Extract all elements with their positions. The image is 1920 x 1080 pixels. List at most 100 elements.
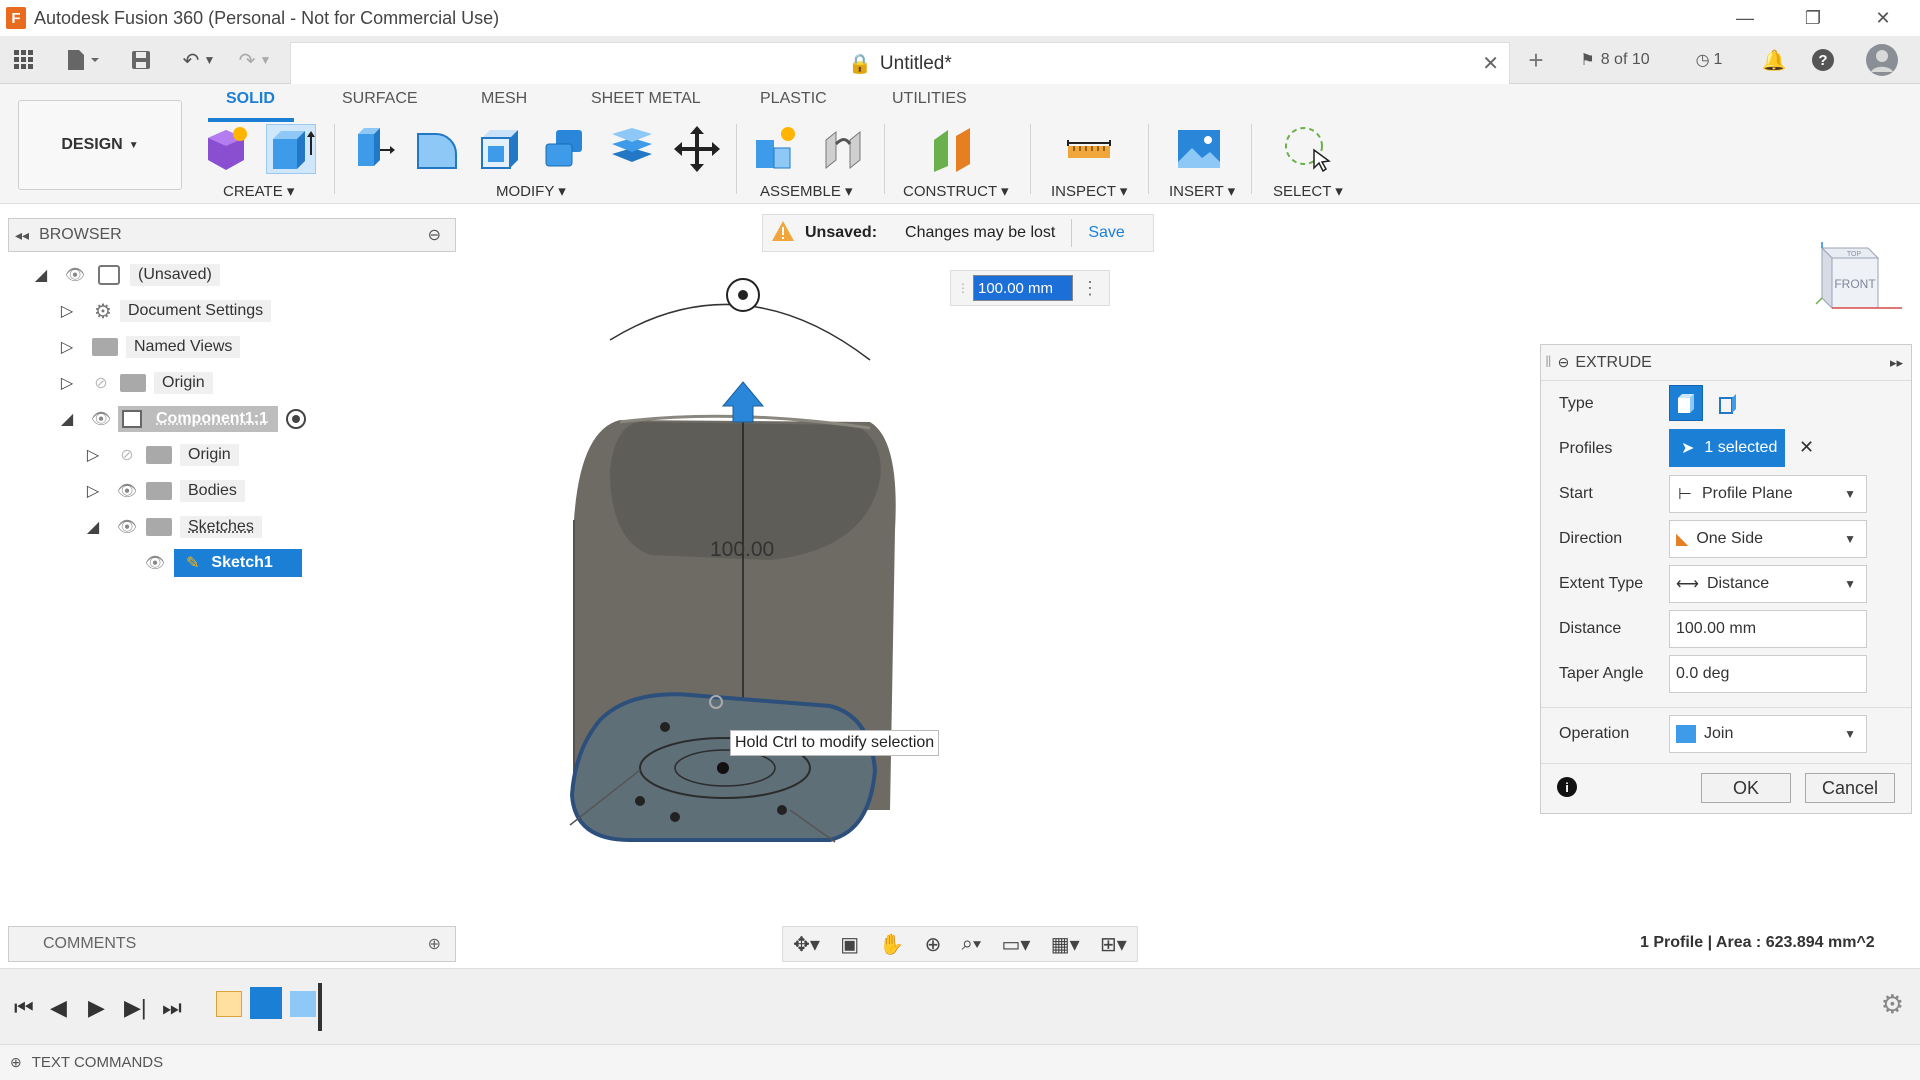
tab-surface[interactable]: SURFACE — [342, 90, 418, 108]
restore-button[interactable]: ❐ — [1778, 0, 1848, 36]
grid-settings-icon[interactable]: ▦▾ — [1051, 932, 1080, 957]
pan-icon[interactable]: ✋ — [879, 932, 904, 957]
tab-mesh[interactable]: MESH — [481, 90, 527, 108]
info-icon[interactable]: i — [1557, 777, 1577, 797]
browser-minimize-icon[interactable]: ⊖ — [428, 225, 441, 245]
visibility-eye-icon[interactable]: 👁 — [142, 553, 168, 573]
collapsed-triangle-icon[interactable]: ▷ — [56, 372, 78, 394]
tree-item-bodies[interactable]: ▷ 👁 Bodies — [82, 476, 245, 506]
fit-icon[interactable]: ⌕▾ — [962, 933, 982, 956]
add-comment-icon[interactable]: ⊕ — [428, 934, 441, 954]
viewcube-top-label[interactable]: TOP — [1847, 251, 1862, 258]
move-copy-icon[interactable] — [672, 124, 722, 174]
help-icon[interactable]: ? — [1808, 46, 1838, 74]
visibility-eye-icon[interactable]: 👁 — [114, 481, 140, 501]
tree-item-origin[interactable]: ▷ ⊘ Origin — [56, 368, 213, 398]
ok-button[interactable]: OK — [1701, 773, 1791, 803]
group-create[interactable]: CREATE ▾ — [223, 182, 294, 200]
file-menu-icon[interactable] — [60, 46, 106, 74]
look-at-icon[interactable]: ▣ — [840, 932, 859, 957]
group-construct[interactable]: CONSTRUCT ▾ — [903, 182, 1009, 200]
comments-header[interactable]: COMMENTS ⊕ — [8, 926, 456, 962]
job-status-button[interactable]: ⚑ 8 of 10 — [1570, 46, 1660, 74]
measure-icon[interactable] — [1064, 124, 1114, 174]
viewcube-front-label[interactable]: FRONT — [1834, 277, 1876, 291]
distance-input-field[interactable]: 100.00 mm — [973, 275, 1073, 301]
browser-header[interactable]: ◂◂ BROWSER ⊖ — [8, 218, 456, 252]
visibility-eye-icon[interactable]: 👁 — [88, 409, 114, 429]
tab-solid[interactable]: SOLID — [226, 90, 275, 108]
expanded-triangle-icon[interactable]: ◢ — [30, 264, 52, 286]
user-avatar[interactable] — [1862, 44, 1902, 76]
group-select[interactable]: SELECT ▾ — [1273, 182, 1343, 200]
tree-item-sketch1[interactable]: 👁 ✎ Sketch1 — [142, 548, 302, 578]
collapsed-triangle-icon[interactable]: ▷ — [56, 300, 78, 322]
distance-field[interactable]: 100.00 mm — [1669, 610, 1867, 648]
visibility-eye-icon[interactable]: 👁 — [62, 265, 88, 285]
browser-root[interactable]: ◢ 👁 (Unsaved) — [30, 260, 220, 290]
play-icon[interactable]: ▶ — [88, 995, 105, 1021]
combine-icon[interactable] — [540, 124, 590, 174]
hidden-eye-icon[interactable]: ⊘ — [88, 373, 114, 393]
timeline-pending-feature[interactable] — [290, 991, 316, 1017]
tree-item-named-views[interactable]: ▷ Named Views — [56, 332, 241, 362]
direction-dropdown[interactable]: ◣ One Side ▼ — [1669, 520, 1867, 558]
save-link[interactable]: Save — [1088, 224, 1124, 242]
redo-icon[interactable]: ↷ ▼ — [232, 46, 278, 74]
hidden-eye-icon[interactable]: ⊘ — [114, 445, 140, 465]
collapsed-triangle-icon[interactable]: ▷ — [82, 444, 104, 466]
display-settings-icon[interactable]: ▭▾ — [1002, 932, 1031, 957]
visibility-eye-icon[interactable]: 👁 — [114, 517, 140, 537]
orbit-icon[interactable]: ✥▾ — [793, 932, 820, 957]
tree-item-component-origin[interactable]: ▷ ⊘ Origin — [82, 440, 239, 470]
go-to-start-icon[interactable]: ⏮ — [14, 995, 34, 1021]
timeline-sketch-feature[interactable] — [216, 991, 242, 1017]
timeline-settings-gear-icon[interactable]: ⚙ — [1881, 989, 1904, 1020]
offset-face-icon[interactable] — [606, 124, 656, 174]
type-solid-button[interactable] — [1669, 385, 1703, 421]
design-canvas[interactable] — [470, 250, 1540, 930]
tree-item-sketches[interactable]: ◢ 👁 Sketches — [82, 512, 262, 542]
cancel-button[interactable]: Cancel — [1805, 773, 1895, 803]
history-button[interactable]: ◷ 1 — [1686, 46, 1732, 74]
create-sketch-icon[interactable] — [202, 124, 252, 174]
clear-profiles-icon[interactable]: ✕ — [1799, 437, 1814, 458]
group-assemble[interactable]: ASSEMBLE ▾ — [760, 182, 853, 200]
go-to-end-icon[interactable]: ⏭ — [162, 995, 182, 1021]
select-icon[interactable] — [1282, 124, 1332, 174]
collapse-browser-icon[interactable]: ◂◂ — [15, 227, 29, 244]
expanded-triangle-icon[interactable]: ◢ — [82, 516, 104, 538]
timeline-marker[interactable] — [318, 983, 322, 1031]
save-icon[interactable] — [126, 46, 156, 74]
tab-plastic[interactable]: PLASTIC — [760, 90, 827, 108]
undo-icon[interactable]: ↶ ▼ — [176, 46, 222, 74]
viewports-icon[interactable]: ⊞▾ — [1100, 932, 1127, 957]
drag-handle-icon[interactable]: ⋮ — [957, 281, 969, 295]
close-tab-icon[interactable]: ✕ — [1482, 51, 1499, 76]
expand-dialog-icon[interactable]: ▸▸ — [1890, 355, 1903, 371]
joint-icon[interactable] — [818, 124, 868, 174]
insert-image-icon[interactable] — [1174, 124, 1224, 174]
text-commands-bar[interactable]: ⊕ TEXT COMMANDS — [0, 1044, 1920, 1080]
offset-plane-icon[interactable] — [930, 124, 980, 174]
activate-component-icon[interactable] — [286, 409, 306, 429]
zoom-icon[interactable]: ⊕ — [925, 932, 942, 957]
tab-utilities[interactable]: UTILITIES — [892, 90, 967, 108]
type-thin-button[interactable] — [1711, 385, 1745, 421]
drag-handle-icon[interactable]: ‖ — [1545, 354, 1552, 372]
tree-item-component[interactable]: ◢ 👁 Component1:1 — [56, 404, 306, 434]
group-insert[interactable]: INSERT ▾ — [1169, 182, 1235, 200]
collapsed-triangle-icon[interactable]: ▷ — [82, 480, 104, 502]
extrude-header[interactable]: ‖ ⊖ EXTRUDE ▸▸ — [1541, 345, 1911, 381]
workspace-switcher[interactable]: DESIGN ▼ — [18, 100, 182, 190]
expanded-triangle-icon[interactable]: ◢ — [56, 408, 78, 430]
group-inspect[interactable]: INSPECT ▾ — [1051, 182, 1127, 200]
minimize-button[interactable]: — — [1710, 0, 1780, 36]
extent-type-dropdown[interactable]: ⟷ Distance ▼ — [1669, 565, 1867, 603]
fillet-icon[interactable] — [412, 124, 462, 174]
close-window-button[interactable]: ✕ — [1848, 0, 1918, 36]
collapsed-triangle-icon[interactable]: ▷ — [56, 336, 78, 358]
tab-sheet-metal[interactable]: SHEET METAL — [591, 90, 701, 108]
shell-icon[interactable] — [476, 124, 526, 174]
step-back-icon[interactable]: ◀ — [50, 995, 67, 1021]
